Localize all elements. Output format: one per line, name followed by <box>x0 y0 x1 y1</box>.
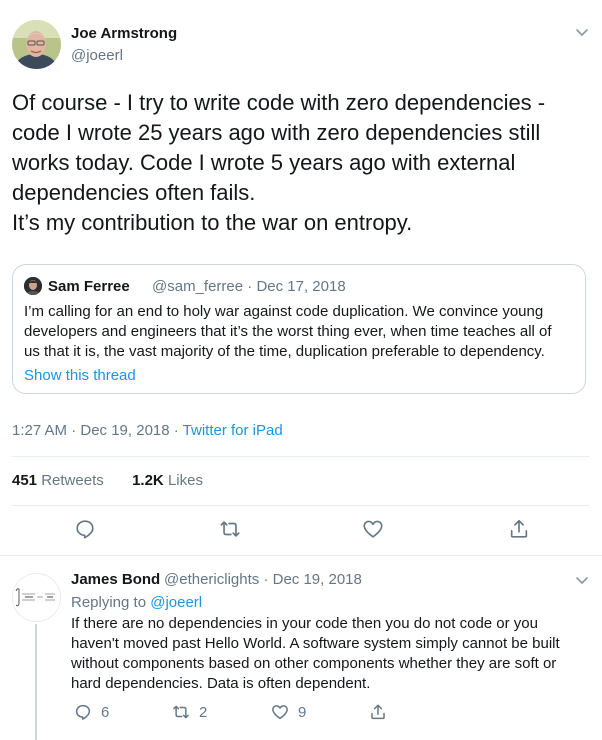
replying-to: Replying to @joeerl <box>71 594 202 611</box>
show-thread-link[interactable]: Show this thread <box>24 367 136 384</box>
reply-like-button[interactable]: 9 <box>271 702 306 722</box>
chevron-down-icon[interactable] <box>574 24 590 40</box>
reply-meta: @ethericlights · Dec 19, 2018 <box>164 571 362 588</box>
timestamp[interactable]: 1:27 AM · Dec 19, 2018 <box>12 422 170 439</box>
retweets-label: Retweets <box>41 472 104 489</box>
quoted-author-avatar <box>24 277 42 295</box>
author-name[interactable]: Joe Armstrong <box>71 25 177 42</box>
reply-count: 6 <box>101 703 110 721</box>
engagement-stats: 451 Retweets 1.2K Likes <box>12 472 203 489</box>
tweet-text-line: It’s my contribution to the war on entro… <box>12 210 413 235</box>
avatar-photo <box>12 20 61 69</box>
retweets-count: 451 <box>12 472 38 489</box>
reply-text-line: without components based on other compon… <box>71 655 557 672</box>
quoted-text: I’m calling for an end to holy war again… <box>24 302 579 362</box>
reply-author-handle[interactable]: @ethericlights <box>164 571 259 588</box>
quoted-text-line: I’m calling for an end to holy war again… <box>24 303 544 320</box>
divider <box>12 456 590 457</box>
tweet-text: Of course - I try to write code with zer… <box>12 88 582 238</box>
quoted-author-handle: @sam_ferree <box>152 278 244 295</box>
retweet-count: 2 <box>199 703 208 721</box>
likes-label: Likes <box>167 472 203 489</box>
share-icon[interactable] <box>508 518 530 540</box>
tweet-text-line: code I wrote 25 years ago with zero depe… <box>12 120 541 145</box>
author-handle[interactable]: @joeerl <box>71 47 123 64</box>
separator: · <box>243 278 257 295</box>
tweet-text-line: Of course - I try to write code with zer… <box>12 90 546 115</box>
retweets-stat[interactable]: 451 Retweets <box>12 472 104 489</box>
quoted-tweet-card[interactable]: Sam Ferree @sam_ferree · Dec 17, 2018 I’… <box>12 264 586 394</box>
reply-text-line: haven't moved past Hello World. A softwa… <box>71 635 560 652</box>
author-avatar[interactable] <box>12 20 61 69</box>
source-link[interactable]: Twitter for iPad <box>183 422 283 439</box>
divider <box>0 555 602 556</box>
retweet-icon <box>173 705 189 719</box>
tweet-text-line: works today. Code I wrote 5 years ago wi… <box>12 150 516 175</box>
like-icon <box>272 705 288 720</box>
separator: · <box>259 571 273 588</box>
reply-text-line: hard dependencies. Data is often depende… <box>71 675 371 692</box>
reply-retweet-button[interactable]: 2 <box>172 702 207 722</box>
quoted-date: Dec 17, 2018 <box>256 278 346 295</box>
thread-line <box>35 624 37 740</box>
tweet-timestamp: 1:27 AM · Dec 19, 2018 · Twitter for iPa… <box>12 422 283 439</box>
reply-reply-button[interactable]: 6 <box>74 702 109 722</box>
avatar-photo <box>24 277 42 295</box>
reply-author-name[interactable]: James Bond <box>71 571 160 588</box>
replying-to-label: Replying to <box>71 594 151 611</box>
quoted-text-line: developers and engineers that it’s the w… <box>24 323 552 340</box>
likes-count: 1.2K <box>132 472 164 489</box>
separator: · <box>169 422 183 439</box>
replying-to-handle[interactable]: @joeerl <box>150 594 202 611</box>
retweet-icon[interactable] <box>219 518 241 540</box>
reply-text-line: If there are no dependencies in your cod… <box>71 615 538 632</box>
quoted-author-name: Sam Ferree <box>48 278 130 295</box>
divider <box>12 505 590 506</box>
share-icon <box>371 704 385 720</box>
like-icon[interactable] <box>362 518 384 540</box>
reply-text: If there are no dependencies in your cod… <box>71 614 591 694</box>
reply-date[interactable]: Dec 19, 2018 <box>273 571 362 588</box>
reply-author-avatar[interactable] <box>12 573 61 622</box>
reply-icon <box>75 704 91 720</box>
chevron-down-icon[interactable] <box>574 572 590 588</box>
tweet-text-line: dependencies often fails. <box>12 180 256 205</box>
avatar-photo <box>13 574 60 621</box>
quoted-text-line: us that it is, the vast majority of the … <box>24 343 545 360</box>
reply-icon[interactable] <box>74 518 96 540</box>
quoted-meta: @sam_ferree · Dec 17, 2018 <box>152 278 346 295</box>
likes-stat[interactable]: 1.2K Likes <box>132 472 203 489</box>
reply-share-button[interactable] <box>369 702 387 722</box>
like-count: 9 <box>298 703 307 721</box>
